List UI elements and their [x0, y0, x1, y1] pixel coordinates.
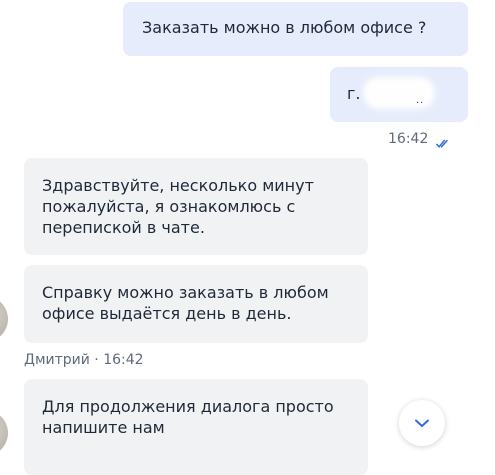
message-author-time: Дмитрий · 16:42	[24, 352, 144, 368]
message-timestamp: 16:42	[388, 131, 429, 147]
message-text: г.	[347, 84, 361, 103]
chat-window: Заказать можно в любом офисе ? г. .. 16:…	[0, 0, 495, 475]
redacted-text-dots: ..	[416, 95, 425, 106]
message-text: Для продолжения диалога просто напишите …	[42, 397, 334, 437]
chevron-down-icon	[415, 419, 429, 427]
double-check-icon	[436, 134, 448, 148]
message-text: Заказать можно в любом офисе ?	[142, 18, 427, 37]
incoming-message: Для продолжения диалога просто напишите …	[24, 379, 368, 475]
avatar	[0, 410, 8, 456]
scroll-to-bottom-button[interactable]	[399, 400, 445, 446]
incoming-message: Справку можно заказать в любом офисе выд…	[24, 265, 368, 343]
avatar	[0, 296, 8, 342]
message-text: Справку можно заказать в любом офисе выд…	[42, 283, 329, 323]
message-text: Здравствуйте, несколько минут пожалуйста…	[42, 176, 314, 237]
incoming-message: Здравствуйте, несколько минут пожалуйста…	[24, 158, 368, 255]
outgoing-message: Заказать можно в любом офисе ?	[123, 2, 468, 56]
